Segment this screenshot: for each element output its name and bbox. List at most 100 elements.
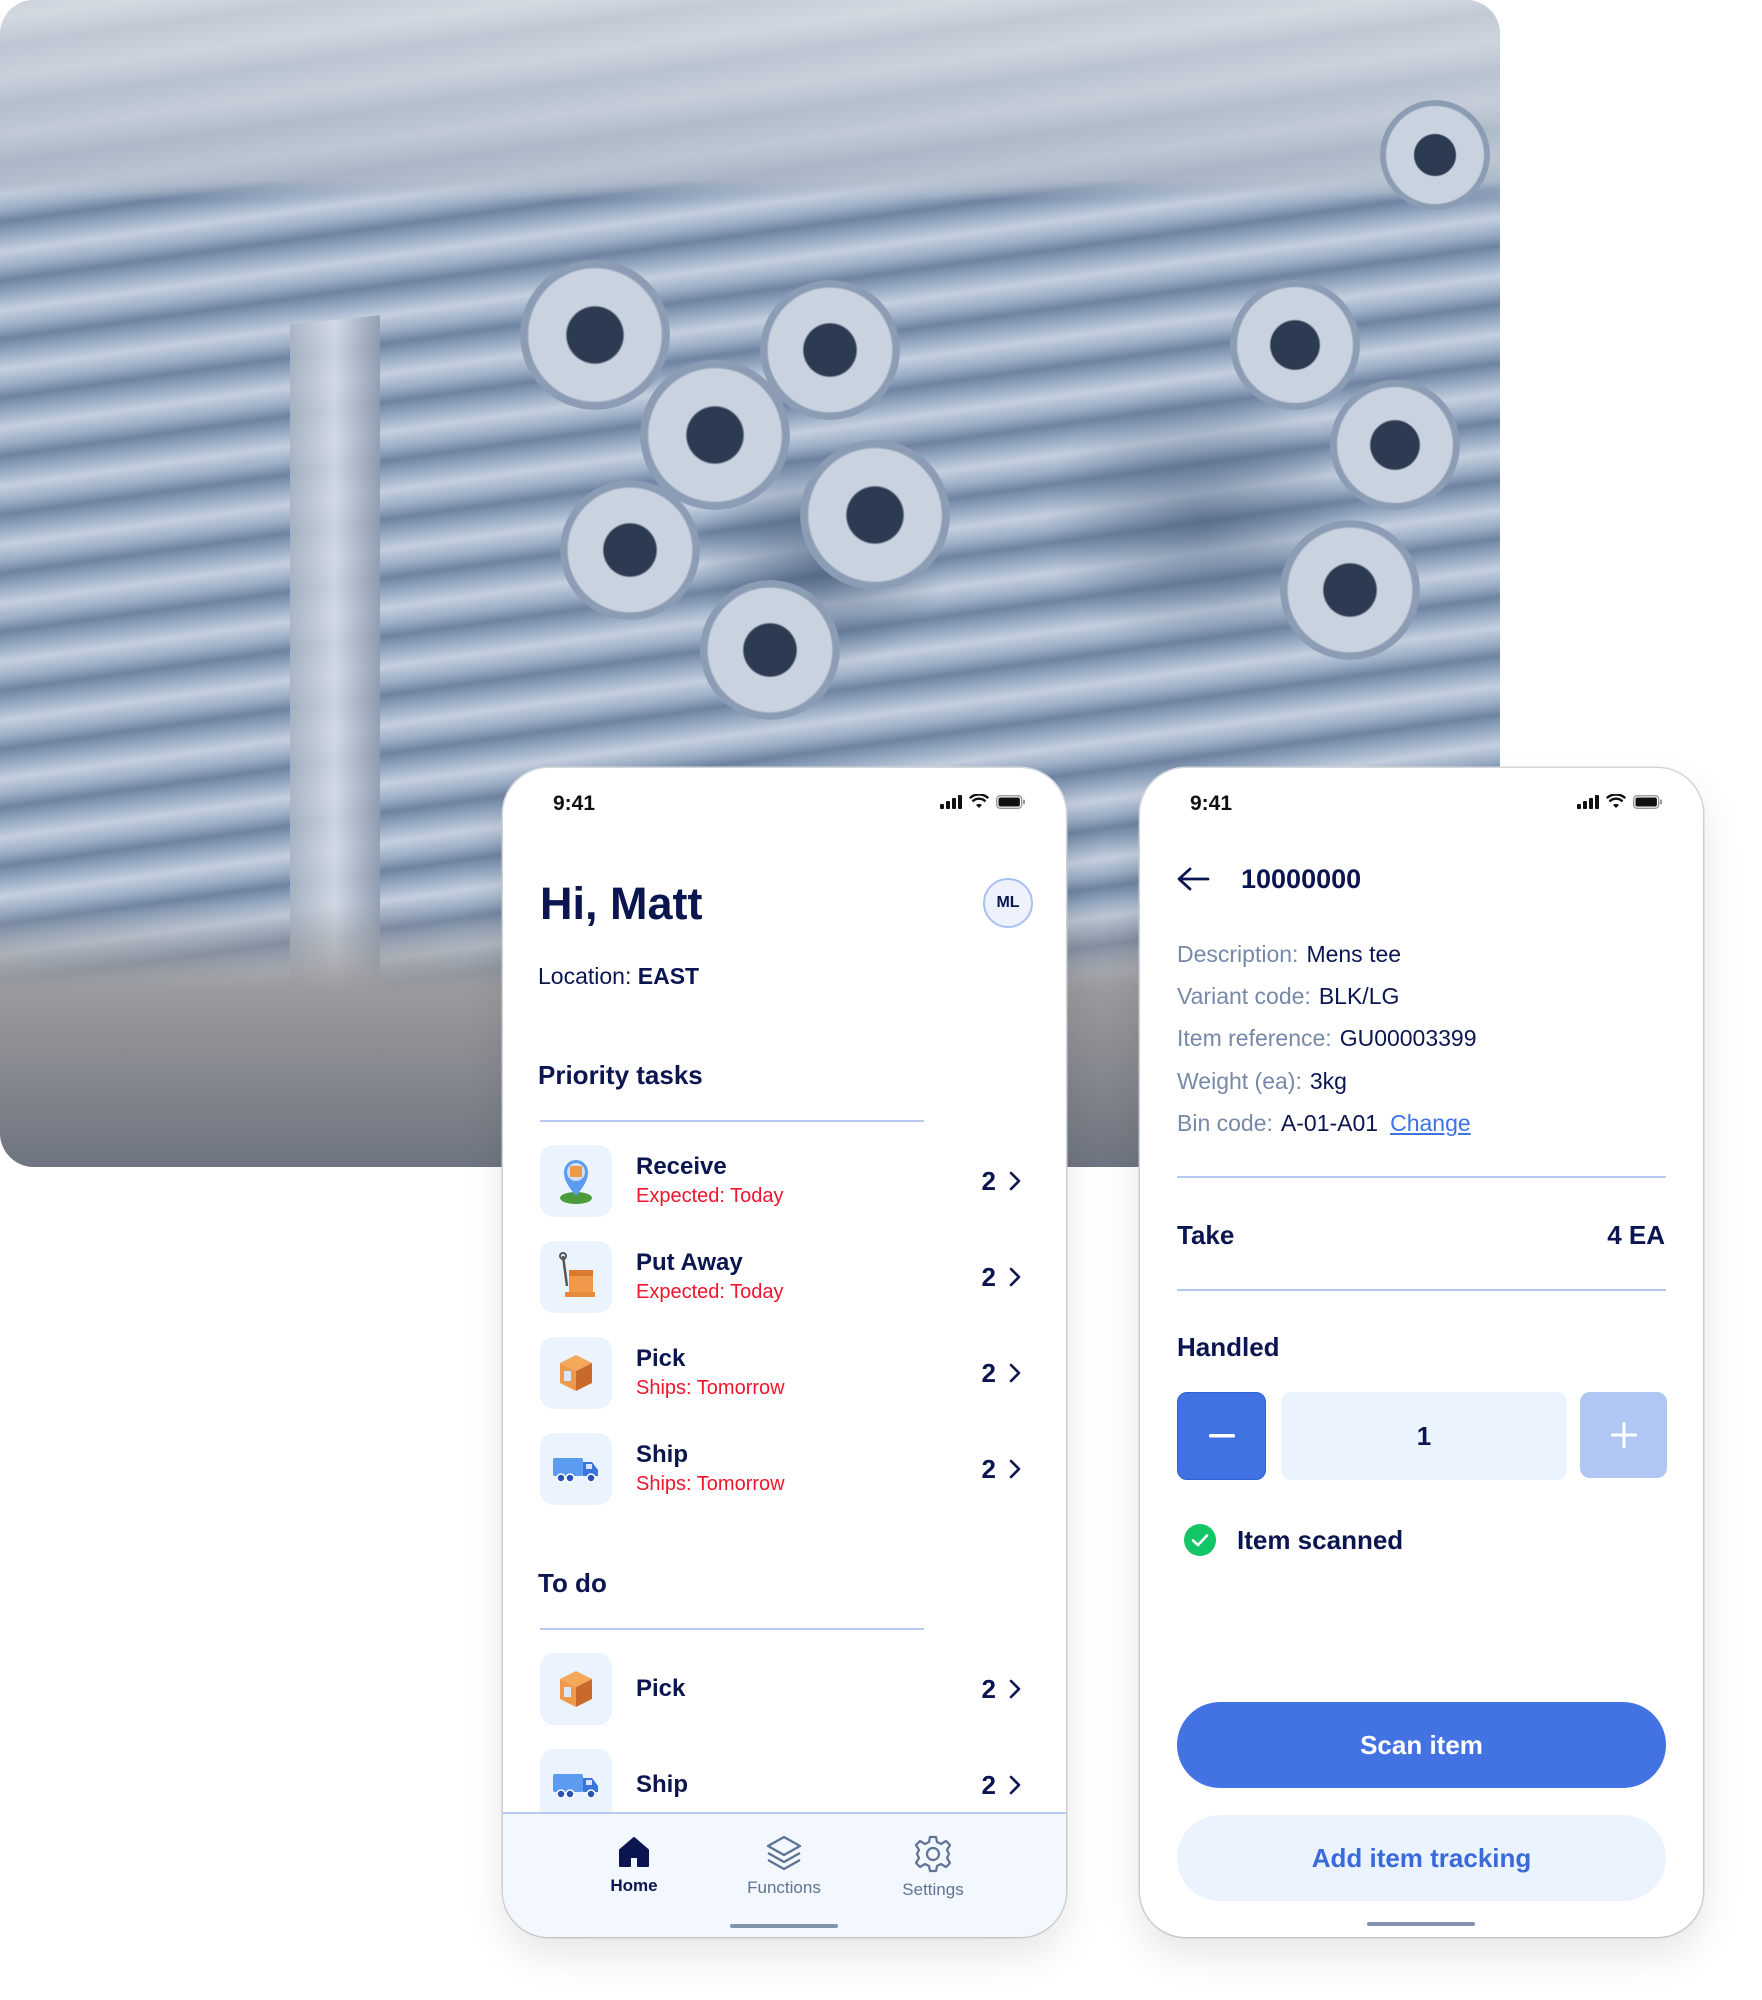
task-title: Ship: [636, 1441, 688, 1468]
plus-icon: [1610, 1422, 1637, 1448]
photo-prop-plate: [520, 260, 670, 410]
todo-divider: [540, 1628, 924, 1630]
photo-prop-plate: [560, 480, 700, 620]
gear-icon: [914, 1835, 952, 1873]
user-avatar[interactable]: ML: [983, 878, 1033, 928]
increment-button[interactable]: [1580, 1392, 1667, 1478]
signal-icon: [940, 794, 962, 809]
pallet-jack-icon: [559, 1252, 595, 1297]
scanned-text: Item scanned: [1237, 1524, 1404, 1555]
take-divider: [1177, 1289, 1666, 1291]
home-icon: [619, 1837, 649, 1867]
change-bin-link[interactable]: Change: [1390, 1110, 1471, 1136]
detail-value: A-01-A01: [1280, 1110, 1379, 1136]
location-label: Location:: [538, 963, 632, 989]
take-value: 4 EA: [1607, 1220, 1665, 1250]
status-time: 9:41: [1190, 792, 1233, 815]
todo-task-pick[interactable]: Pick 2: [540, 1653, 1030, 1725]
battery-icon: [996, 794, 1025, 809]
truck-icon: [553, 1774, 598, 1799]
detail-value: Mens tee: [1306, 941, 1402, 967]
status-icons: [940, 794, 1026, 809]
detail-label: Item reference:: [1177, 1025, 1332, 1051]
truck-icon: [553, 1458, 598, 1483]
detail-weight: Weight (ea): 3kg: [1177, 1068, 1347, 1095]
nav-home[interactable]: Home: [574, 1834, 694, 1896]
box-icon: [560, 1355, 592, 1391]
task-count: 2: [981, 1769, 996, 1800]
photo-prop-plate: [1280, 520, 1420, 660]
decrement-button[interactable]: [1177, 1392, 1266, 1480]
check-circle-icon: [1184, 1524, 1216, 1556]
item-detail-phone: 9:41 10000000 Description: Mens tee Varia…: [1140, 768, 1703, 1937]
detail-item-reference: Item reference: GU00003399: [1177, 1025, 1477, 1052]
task-title: Ship: [636, 1771, 688, 1798]
bottom-nav: Home Functions Settings: [503, 1812, 1066, 1937]
wifi-icon: [1606, 794, 1626, 808]
chevron-right-icon: [1009, 1775, 1021, 1795]
task-count: 2: [981, 1453, 996, 1484]
chevron-right-icon: [1009, 1679, 1021, 1699]
task-subtitle: Expected: Today: [636, 1281, 784, 1303]
task-count: 2: [981, 1261, 996, 1292]
detail-variant-code: Variant code: BLK/LG: [1177, 983, 1399, 1010]
task-count: 2: [981, 1165, 996, 1196]
scan-item-button[interactable]: Scan item: [1177, 1702, 1666, 1788]
back-button[interactable]: [1176, 866, 1210, 897]
task-title: Pick: [636, 1675, 686, 1702]
detail-label: Description:: [1177, 941, 1299, 967]
location-value: EAST: [637, 963, 700, 989]
layers-icon: [766, 1835, 802, 1871]
priority-tasks-heading: Priority tasks: [538, 1060, 703, 1090]
box-icon: [560, 1671, 592, 1707]
chevron-right-icon: [1009, 1171, 1021, 1191]
priority-task-pick[interactable]: Pick Ships: Tomorrow 2: [540, 1337, 1030, 1409]
photo-prop-plate: [1330, 380, 1460, 510]
nav-functions[interactable]: Functions: [724, 1834, 844, 1898]
home-indicator: [730, 1924, 838, 1928]
detail-description: Description: Mens tee: [1177, 941, 1401, 968]
photo-prop-plate: [1230, 280, 1360, 410]
detail-value: GU00003399: [1339, 1025, 1477, 1051]
detail-value: BLK/LG: [1318, 983, 1400, 1009]
item-number-title: 10000000: [1241, 864, 1362, 894]
minus-icon: [1208, 1434, 1235, 1438]
handled-quantity-input[interactable]: [1281, 1392, 1567, 1480]
task-subtitle: Ships: Tomorrow: [636, 1377, 785, 1399]
task-count: 2: [981, 1673, 996, 1704]
battery-icon: [1633, 794, 1662, 809]
greeting-heading: Hi, Matt: [540, 878, 703, 929]
priority-task-put-away[interactable]: Put Away Expected: Today 2: [540, 1241, 1030, 1313]
detail-value: 3kg: [1309, 1068, 1347, 1094]
nav-settings-label: Settings: [902, 1880, 964, 1899]
add-item-tracking-button[interactable]: Add item tracking: [1177, 1815, 1666, 1901]
home-screen-phone: 9:41 Hi, Matt ML Location: EAST Priority…: [503, 768, 1066, 1937]
priority-task-receive[interactable]: Receive Expected: Today 2: [540, 1145, 1030, 1217]
detail-bin-code: Bin code: A-01-A01 Change: [1177, 1110, 1471, 1137]
task-subtitle: Expected: Today: [636, 1185, 784, 1207]
chevron-right-icon: [1009, 1267, 1021, 1287]
chevron-right-icon: [1009, 1363, 1021, 1383]
nav-settings[interactable]: Settings: [873, 1834, 993, 1900]
details-divider: [1177, 1176, 1666, 1178]
take-label: Take: [1177, 1220, 1235, 1250]
task-title: Receive: [636, 1153, 727, 1180]
priority-task-ship[interactable]: Ship Ships: Tomorrow 2: [540, 1433, 1030, 1505]
wifi-icon: [969, 794, 989, 808]
handled-label: Handled: [1177, 1332, 1280, 1362]
photo-prop-plate: [760, 280, 900, 420]
detail-label: Weight (ea):: [1177, 1068, 1302, 1094]
task-count: 2: [981, 1357, 996, 1388]
chevron-right-icon: [1009, 1459, 1021, 1479]
detail-label: Variant code:: [1177, 983, 1311, 1009]
location-text: Location: EAST: [538, 963, 699, 990]
todo-task-ship[interactable]: Ship 2: [540, 1749, 1030, 1821]
priority-divider: [540, 1120, 924, 1122]
arrow-left-icon: [1177, 867, 1210, 891]
photo-wall: [0, 0, 1500, 200]
task-title: Pick: [636, 1345, 686, 1372]
receive-location-icon: [560, 1160, 592, 1204]
detail-label: Bin code:: [1177, 1110, 1273, 1136]
nav-home-label: Home: [610, 1876, 658, 1895]
task-title: Put Away: [636, 1249, 743, 1276]
